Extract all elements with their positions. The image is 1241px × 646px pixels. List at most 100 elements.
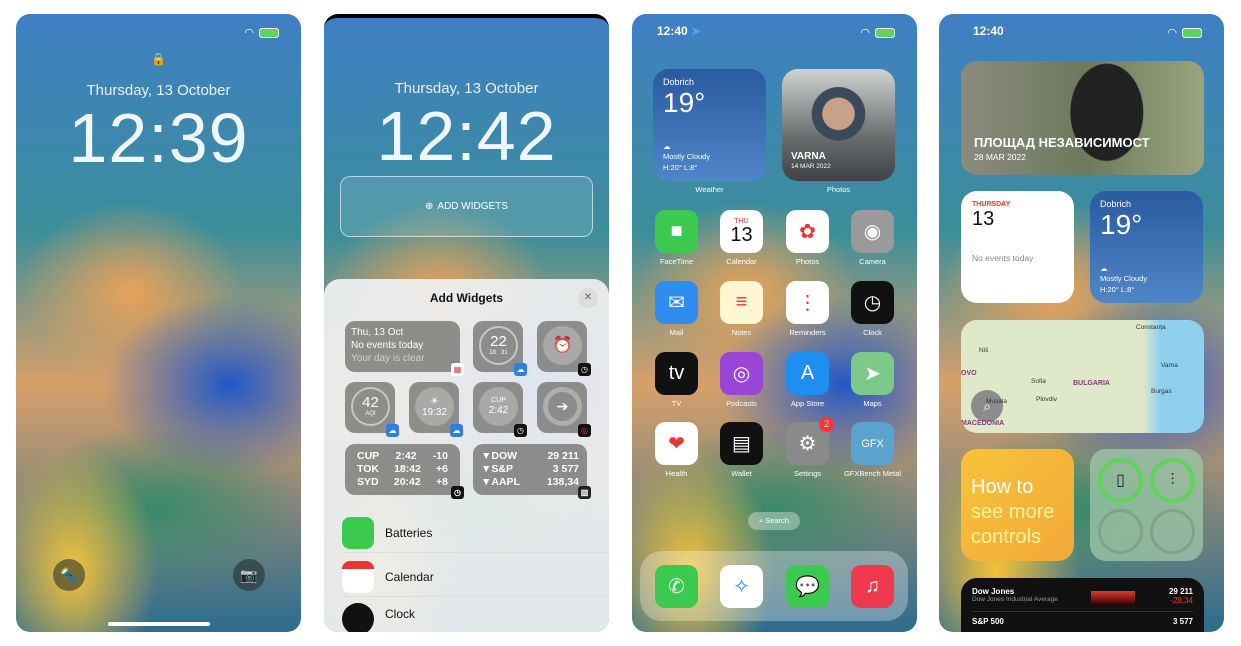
app-podcasts[interactable]: ◎ Podcasts xyxy=(720,352,763,408)
calendar-day: THURSDAY xyxy=(972,201,1011,208)
aqi-widget-option[interactable]: 42 AQI ☁ xyxy=(345,382,399,437)
sunset-icon: ☀ xyxy=(430,395,439,407)
list-item-batteries[interactable]: Batteries xyxy=(342,513,609,553)
camera-icon: ◉ xyxy=(851,210,894,253)
stock-row[interactable]: Dow Jones Dow Jones Industrial Average 29… xyxy=(972,587,1193,612)
clock-icon: ◷ xyxy=(851,281,894,324)
photo-widget[interactable]: ПЛОЩАД НЕЗАВИСИМОСТ 28 MAR 2022 xyxy=(961,61,1204,175)
dock-safari[interactable]: ✧ xyxy=(720,565,763,608)
clock-cell: 2:42 xyxy=(395,450,417,462)
close-button[interactable]: ✕ xyxy=(578,288,598,308)
app-gfxbench-metal[interactable]: GFX GFXBench Metal xyxy=(844,422,901,478)
clock-app-icon: ◷ xyxy=(451,486,464,499)
stock-cell: ▼DOW xyxy=(481,450,518,462)
reminders-icon: ⋮ xyxy=(786,281,829,324)
close-icon: ✕ xyxy=(583,292,593,303)
lock-time: 12:42 xyxy=(376,97,557,175)
stock-symbol: S&P 500 xyxy=(972,617,1004,626)
calendar-events: No events today xyxy=(972,253,1034,263)
app-label: Wallet xyxy=(731,469,752,478)
stock-cell: ▼S&P xyxy=(481,463,513,476)
world-clocks-widget-option[interactable]: CUP 2:42 -10 TOK 18:42 +6 SYD 20:42 +8 ◷ xyxy=(345,444,464,499)
photo-place: VARNA xyxy=(791,150,826,162)
stock-price: 29 211 xyxy=(1168,587,1193,596)
weather-app-icon: ☁ xyxy=(514,363,527,376)
sunset-widget-option[interactable]: ☀ 19:32 ☁ xyxy=(409,382,463,437)
plus-circle-icon: ⊕ xyxy=(425,201,434,212)
stocks-widget-option[interactable]: ▼DOW 29 211 ▼S&P 3 577 ▼AAPL 138,34 ▥ xyxy=(473,444,591,499)
add-widgets-button[interactable]: ⊕ ADD WIDGETS xyxy=(340,176,593,237)
phone-icon: ✆ xyxy=(655,565,698,608)
stock-row: ▼DOW 29 211 xyxy=(481,450,579,463)
app-reminders[interactable]: ⋮ Reminders xyxy=(786,281,829,337)
map-label: Constanța xyxy=(1136,324,1166,331)
lock-time: 12:39 xyxy=(68,99,249,177)
dock-phone[interactable]: ✆ xyxy=(655,565,698,608)
clock-row: CUP 2:42 -10 xyxy=(357,450,448,463)
list-label: Batteries xyxy=(385,525,433,540)
app-label: FaceTime xyxy=(659,257,694,266)
stock-row: ▼S&P 3 577 xyxy=(481,463,579,476)
app-photos[interactable]: ✿ Photos xyxy=(786,210,829,266)
batteries-widget[interactable]: ▯ ⫶ xyxy=(1090,449,1203,561)
wifi-icon: ◠ xyxy=(1167,27,1177,39)
search-icon: ⌕ xyxy=(758,516,764,525)
temperature-widget-option[interactable]: 22 18 31 ☁ xyxy=(473,321,527,376)
activity-widget-option[interactable]: ➔ ◎ xyxy=(537,382,591,437)
search-button[interactable]: ⌕ Search xyxy=(748,512,800,530)
stock-symbol: Dow Jones xyxy=(972,587,1015,596)
app-label: Reminders xyxy=(789,328,826,337)
weather-condition: Mostly Cloudy xyxy=(1100,274,1148,283)
health-icon: ❤ xyxy=(655,422,698,465)
cal-events: No events today xyxy=(351,340,424,351)
app-maps[interactable]: ➤ Maps xyxy=(851,352,894,408)
app-facetime[interactable]: ■ FaceTime xyxy=(655,210,698,266)
stocks-widget[interactable]: Dow Jones Dow Jones Industrial Average 29… xyxy=(961,578,1204,632)
weather-widget[interactable]: Dobrich 19° ☁ Mostly Cloudy H:20° L:8° xyxy=(653,69,766,181)
maps-icon: ➤ xyxy=(851,352,894,395)
alarm-widget-option[interactable]: ⏰ ◷ xyxy=(537,321,591,376)
weather-temp: 19° xyxy=(663,87,706,118)
app-camera[interactable]: ◉ Camera xyxy=(851,210,894,266)
stock-cell: ▼AAPL xyxy=(481,476,520,489)
dock-music[interactable]: ♫ xyxy=(851,565,894,608)
aqi-label: AQI xyxy=(365,411,376,418)
map-widget[interactable]: ⌕ Constanța Niš Varna Sofia BULGARIA Burgas Mus… xyxy=(961,320,1204,433)
add-widgets-sheet: Add Widgets ✕ Thu, 13 Oct No events toda… xyxy=(324,279,609,632)
calendar-widget[interactable]: THURSDAY 13 No events today xyxy=(961,191,1074,303)
weather-widget[interactable]: Dobrich 19° ☁ Mostly Cloudy H:20° L:8° xyxy=(1090,191,1203,303)
stock-sparkline xyxy=(1091,591,1136,605)
app-app-store[interactable]: A App Store xyxy=(786,352,829,408)
how-to-widget[interactable]: How to see more controls xyxy=(961,449,1074,561)
search-button[interactable]: ⌕ xyxy=(971,390,1003,422)
photo-widget[interactable]: VARNA 14 MAR 2022 xyxy=(782,69,895,181)
map-label: OVO xyxy=(961,370,977,377)
flashlight-button[interactable]: 🔦 xyxy=(53,559,85,591)
arrow-right-icon: ➔ xyxy=(556,397,569,414)
calendar-widget-option[interactable]: Thu, 13 Oct No events today Your day is … xyxy=(345,321,464,376)
gfxbench-metal-icon: GFX xyxy=(851,422,894,465)
app-tv[interactable]: tv TV xyxy=(655,352,698,408)
app-calendar[interactable]: THU 13 Calendar xyxy=(720,210,763,266)
app-wallet[interactable]: ▤ Wallet xyxy=(720,422,763,478)
widget-label: Photos xyxy=(826,185,851,194)
stock-row[interactable]: S&P 500 3 577 xyxy=(972,612,1193,626)
world-clock-widget-option[interactable]: CUP 2:42 ◷ xyxy=(473,382,527,437)
list-item-clock[interactable]: Clock xyxy=(342,599,609,632)
app-label: Notes xyxy=(731,328,752,337)
app-label: TV xyxy=(671,399,682,408)
home-indicator[interactable] xyxy=(108,622,210,626)
app-mail[interactable]: ✉ Mail xyxy=(655,281,698,337)
stock-row: ▼AAPL 138,34 xyxy=(481,476,579,489)
list-item-calendar[interactable]: Calendar xyxy=(342,557,609,597)
camera-button[interactable]: 📷 xyxy=(233,559,265,591)
app-label: Clock xyxy=(863,328,882,337)
app-notes[interactable]: ≡ Notes xyxy=(720,281,763,337)
app-health[interactable]: ❤ Health xyxy=(655,422,698,478)
photos-icon: ✿ xyxy=(786,210,829,253)
wallet-icon: ▤ xyxy=(720,422,763,465)
home-screen: 12:40 ➤ ◠ Dobrich 19° ☁ Mostly Cloudy H:20… xyxy=(632,14,917,632)
dock-messages[interactable]: 💬 xyxy=(786,565,829,608)
app-clock[interactable]: ◷ Clock xyxy=(851,281,894,337)
app-settings[interactable]: ⚙ 2 Settings xyxy=(786,417,834,478)
